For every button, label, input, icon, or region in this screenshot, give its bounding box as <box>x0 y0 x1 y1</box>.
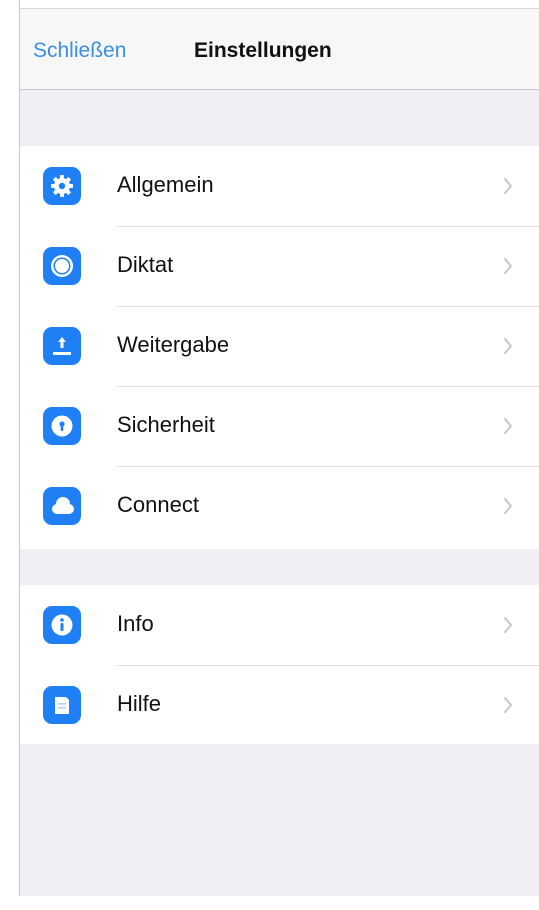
gear-icon <box>43 167 81 205</box>
settings-row-label: Info <box>117 611 154 636</box>
settings-row-label: Connect <box>117 492 199 517</box>
settings-row-connect[interactable]: Connect <box>20 466 539 546</box>
settings-row-sicherheit[interactable]: Sicherheit <box>20 386 539 466</box>
settings-row-label: Allgemein <box>117 172 214 197</box>
cloud-icon <box>43 487 81 525</box>
settings-row-hilfe[interactable]: Hilfe <box>20 665 539 745</box>
settings-row-allgemein[interactable]: Allgemein <box>20 146 539 226</box>
settings-row-label: Sicherheit <box>117 412 215 437</box>
settings-group-main: Allgemein Diktat Weitergabe Sicherheit C… <box>20 146 539 549</box>
chevron-right-icon <box>503 616 513 634</box>
chevron-right-icon <box>503 417 513 435</box>
settings-row-info[interactable]: Info <box>20 585 539 665</box>
settings-group-about: Info Hilfe <box>20 585 539 744</box>
chevron-right-icon <box>503 337 513 355</box>
record-icon <box>43 247 81 285</box>
help-book-icon <box>43 686 81 724</box>
chevron-right-icon <box>503 177 513 195</box>
chevron-right-icon <box>503 696 513 714</box>
chevron-right-icon <box>503 497 513 515</box>
chevron-right-icon <box>503 257 513 275</box>
upload-icon <box>43 327 81 365</box>
page-title: Einstellungen <box>194 39 332 62</box>
screen: Schließen Einstellungen Allgemein Diktat… <box>0 0 539 910</box>
settings-row-label: Hilfe <box>117 691 162 716</box>
navigation-bar: Schließen Einstellungen <box>20 9 539 90</box>
settings-row-label: Weitergabe <box>117 332 230 357</box>
lock-icon <box>43 407 81 445</box>
settings-row-label: Diktat <box>117 252 174 277</box>
settings-row-diktat[interactable]: Diktat <box>20 226 539 306</box>
info-icon <box>43 606 81 644</box>
settings-row-weitergabe[interactable]: Weitergabe <box>20 306 539 386</box>
top-edge <box>20 0 539 9</box>
settings-panel: Schließen Einstellungen Allgemein Diktat… <box>19 0 539 896</box>
close-button[interactable]: Schließen <box>33 39 126 63</box>
